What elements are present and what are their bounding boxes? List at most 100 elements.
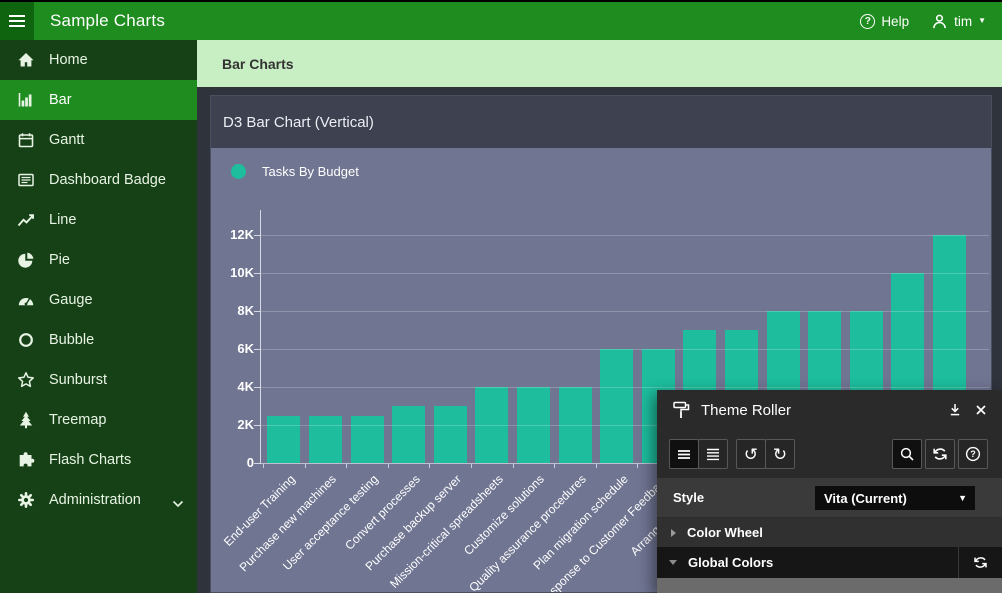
y-axis-label: 8K <box>214 303 254 319</box>
gear-icon <box>17 491 35 509</box>
toolbar-help-button[interactable]: ? <box>958 439 988 469</box>
sidebar-item-bubble[interactable]: Bubble <box>0 320 197 360</box>
app-title: Sample Charts <box>50 11 165 31</box>
sidebar-item-bar[interactable]: Bar <box>0 80 197 120</box>
paint-roller-icon <box>671 400 691 420</box>
sidebar-item-treemap[interactable]: Treemap <box>0 400 197 440</box>
sidebar-item-gauge[interactable]: Gauge <box>0 280 197 320</box>
help-icon: ? <box>860 14 875 29</box>
style-select[interactable]: Vita (Current) ▼ <box>815 486 975 510</box>
calendar-icon <box>17 131 35 149</box>
sidebar-item-label: Flash Charts <box>49 452 131 468</box>
x-axis-tick <box>471 464 472 468</box>
accordion-color-wheel[interactable]: Color Wheel <box>657 518 1002 547</box>
style-select-value: Vita (Current) <box>824 491 907 506</box>
chevron-down-icon <box>172 496 184 504</box>
y-axis-label: 12K <box>214 227 254 243</box>
chevron-down-icon <box>669 560 677 565</box>
user-icon <box>931 13 948 30</box>
search-button[interactable] <box>892 439 922 469</box>
global-colors-refresh-button[interactable] <box>958 547 1002 578</box>
sidebar-item-label: Dashboard Badge <box>49 172 166 188</box>
sidebar-item-label: Gantt <box>49 132 84 148</box>
sidebar-item-dashboard-badge[interactable]: Dashboard Badge <box>0 160 197 200</box>
gauge-icon <box>17 291 35 309</box>
bar[interactable] <box>559 387 592 463</box>
style-row: Style Vita (Current) ▼ <box>657 478 1002 518</box>
y-axis-label: 4K <box>214 379 254 395</box>
style-label: Style <box>673 490 704 505</box>
line-spacing-loose-button[interactable] <box>698 439 728 469</box>
sidebar-item-home[interactable]: Home <box>0 40 197 80</box>
refresh-button[interactable] <box>925 439 955 469</box>
x-axis-tick <box>637 464 638 468</box>
y-axis-tick <box>254 349 260 350</box>
y-axis-line <box>260 210 261 464</box>
hamburger-menu-icon[interactable] <box>0 2 34 40</box>
global-colors-content <box>657 578 1002 593</box>
undo-button[interactable]: ↺ <box>736 439 766 469</box>
redo-button[interactable]: ↻ <box>765 439 795 469</box>
y-axis-tick <box>254 425 260 426</box>
svg-text:?: ? <box>970 449 976 459</box>
y-axis-tick <box>254 463 260 464</box>
sidebar-item-label: Administration <box>49 492 141 508</box>
bar[interactable] <box>475 387 508 463</box>
bar[interactable] <box>434 406 467 463</box>
puzzle-icon <box>17 451 35 469</box>
sidebar-item-pie[interactable]: Pie <box>0 240 197 280</box>
x-axis-tick <box>554 464 555 468</box>
y-axis-tick <box>254 235 260 236</box>
page-title: Bar Charts <box>222 56 294 72</box>
sidebar-item-administration[interactable]: Administration <box>0 480 197 520</box>
top-header: Sample Charts ? Help tim ▼ <box>0 0 1002 40</box>
x-axis-tick <box>429 464 430 468</box>
sidebar-item-label: Home <box>49 52 88 68</box>
legend-item[interactable]: Tasks By Budget <box>231 164 359 179</box>
bar-chart-icon <box>17 91 35 109</box>
y-axis-tick <box>254 273 260 274</box>
x-axis-tick <box>388 464 389 468</box>
accordion-global-colors[interactable]: Global Colors <box>657 547 1002 578</box>
badge-icon <box>17 171 35 189</box>
bar[interactable] <box>517 387 550 463</box>
line-spacing-compact-button[interactable] <box>669 439 699 469</box>
chart-card-header: D3 Bar Chart (Vertical) <box>211 96 991 148</box>
gridline <box>261 235 989 236</box>
bar[interactable] <box>267 416 300 464</box>
breadcrumb-band: Bar Charts <box>197 40 1002 87</box>
close-icon[interactable] <box>973 402 989 418</box>
user-name: tim <box>954 14 972 29</box>
pie-chart-icon <box>17 251 35 269</box>
sidebar-item-flash-charts[interactable]: Flash Charts <box>0 440 197 480</box>
sidebar-nav: Home Bar Gantt Dashboard Badge Line PieGaugeB… <box>0 40 197 593</box>
sidebar-item-sunburst[interactable]: Sunburst <box>0 360 197 400</box>
y-axis-tick <box>254 311 260 312</box>
sidebar-item-line[interactable]: Line <box>0 200 197 240</box>
theme-roller-header[interactable]: Theme Roller <box>657 390 1002 430</box>
x-axis-tick <box>596 464 597 468</box>
sidebar-item-label: Sunburst <box>49 372 107 388</box>
y-axis-label: 6K <box>214 341 254 357</box>
x-axis-tick <box>346 464 347 468</box>
caret-down-icon: ▼ <box>978 17 986 25</box>
help-label: Help <box>881 14 909 29</box>
x-axis-tick <box>305 464 306 468</box>
sidebar-item-label: Line <box>49 212 76 228</box>
line-chart-icon <box>17 211 35 229</box>
select-caret-icon: ▼ <box>958 494 967 503</box>
sidebar-item-label: Treemap <box>49 412 106 428</box>
bar[interactable] <box>351 416 384 464</box>
y-axis-label: 0 <box>214 455 254 471</box>
x-axis-label: End-user Training <box>221 472 298 549</box>
sidebar-item-gantt[interactable]: Gantt <box>0 120 197 160</box>
bar[interactable] <box>309 416 342 464</box>
user-menu[interactable]: tim ▼ <box>931 13 986 30</box>
help-button[interactable]: ? Help <box>860 14 909 29</box>
bar[interactable] <box>392 406 425 463</box>
bar[interactable] <box>600 349 633 463</box>
theme-roller-panel: Theme Roller ↺ ↻ <box>657 390 1002 593</box>
download-theme-icon[interactable] <box>947 402 963 418</box>
legend-marker <box>231 164 246 179</box>
chart-card-title: D3 Bar Chart (Vertical) <box>223 114 374 131</box>
